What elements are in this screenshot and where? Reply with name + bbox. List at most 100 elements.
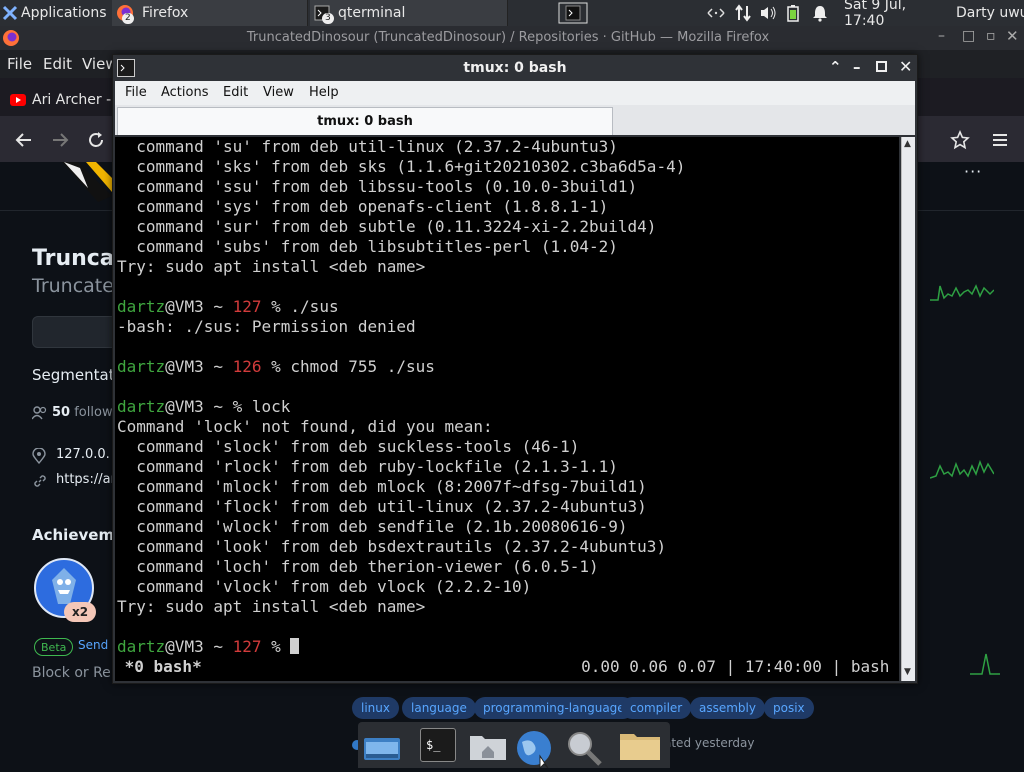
taskbar-item-qterminal[interactable]: 3 qterminal [310, 0, 508, 26]
hamburger-icon [993, 134, 1007, 146]
terminal-line: command 'sys' from deb openafs-client (1… [117, 197, 609, 216]
battery-icon[interactable] [787, 0, 803, 26]
dock: $_ [358, 722, 670, 770]
dock-web-browser-icon[interactable] [514, 728, 551, 770]
forward-button[interactable] [50, 130, 70, 155]
user-menu[interactable]: Darty uwu [956, 0, 1024, 26]
terminal-prompt-line: dartz@VM3 ~ 127 % ./sus [117, 297, 685, 317]
tmux-window-list: *0 bash* [115, 657, 202, 676]
dock-show-desktop-icon[interactable] [362, 728, 400, 762]
firefox-tab-title[interactable]: Ari Archer - [32, 92, 111, 108]
topic-tag[interactable]: compiler [621, 697, 692, 719]
firefox-menu-file[interactable]: File [7, 55, 32, 73]
topic-tag[interactable]: assembly [690, 697, 765, 719]
firefox-menu-edit[interactable]: Edit [43, 55, 72, 73]
dock-terminal-icon[interactable]: $_ [420, 728, 456, 762]
xfce-logo-icon [2, 5, 18, 21]
qterminal-shade-button[interactable]: ⌃ [829, 58, 842, 76]
qterminal-minimize-button[interactable]: – [853, 58, 861, 76]
clock[interactable]: Sat 9 Jul, 17:40 [844, 0, 948, 29]
terminal-cursor [290, 638, 300, 654]
qterminal-tabbar: tmux: 0 bash [115, 105, 915, 135]
firefox-shade-button[interactable]: □ [962, 28, 975, 44]
dock-files-folder-icon[interactable] [618, 728, 660, 762]
terminal-line: command 'loch' from deb therion-viewer (… [117, 557, 599, 576]
topic-tag[interactable]: linux [352, 697, 399, 719]
topic-tag[interactable]: language [402, 697, 476, 719]
prompt-exit-code: 126 [232, 357, 262, 376]
qterminal-menu-help[interactable]: Help [309, 85, 339, 100]
applications-menu[interactable]: Applications [2, 0, 110, 26]
terminal-line: command 'flock' from deb util-linux (2.3… [117, 497, 647, 516]
bookmark-button[interactable] [950, 130, 970, 155]
arrow-left-icon [15, 133, 31, 147]
firefox-window-title: TruncatedDinosour (TruncatedDinosour) / … [246, 30, 770, 45]
terminal-line: command 'vlock' from deb vlock (2.2.2-10… [117, 577, 532, 596]
reload-icon [89, 132, 103, 147]
workspace-switcher[interactable] [557, 0, 589, 26]
reload-button[interactable] [86, 130, 106, 155]
profile-website-link[interactable]: https://ar [56, 472, 116, 487]
prompt-host: @VM3 ~ [165, 357, 233, 376]
send-feedback-link[interactable]: Send [78, 638, 108, 652]
qterminal-window-count: 3 [322, 13, 334, 24]
firefox-icon [3, 30, 19, 46]
more-options-icon[interactable]: ··· [964, 162, 982, 181]
prompt-host: @VM3 ~ [165, 297, 233, 316]
qterminal-menu-file[interactable]: File [125, 85, 147, 100]
dock-home-folder-icon[interactable] [468, 728, 506, 762]
block-or-report-link[interactable]: Block or Rep [32, 665, 120, 681]
beta-badge: Beta [34, 638, 74, 656]
tmux-status-bar: *0 bash* 0.00 0.06 0.07 | 17:40:00 | bas… [115, 657, 899, 677]
follow-button[interactable] [32, 316, 122, 348]
firefox-minimize-button[interactable]: – [938, 28, 945, 44]
app-menu-button[interactable] [990, 130, 1010, 155]
arrow-right-icon [53, 133, 69, 147]
people-icon [31, 405, 48, 424]
scroll-down-arrow-icon[interactable]: ▼ [904, 667, 911, 677]
notifications-bell-icon[interactable] [812, 0, 830, 26]
qterminal-menubar: File Actions Edit View Help [115, 81, 915, 105]
scroll-up-arrow-icon[interactable]: ▲ [904, 139, 911, 149]
firefox-maximize-button[interactable]: ▫ [986, 28, 996, 44]
qterminal-titlebar[interactable]: tmux: 0 bash ⌃ – ✕ [113, 55, 917, 81]
qterminal-menu-edit[interactable]: Edit [223, 85, 248, 100]
qterminal-tab[interactable]: tmux: 0 bash [117, 107, 613, 135]
qterminal-menu-actions[interactable]: Actions [161, 85, 209, 100]
taskbar-item-firefox[interactable]: 2 Firefox [112, 0, 308, 26]
terminal-output[interactable]: command 'su' from deb util-linux (2.37.2… [115, 137, 899, 681]
qterminal-window-title: tmux: 0 bash [463, 60, 567, 76]
qterminal-close-button[interactable]: ✕ [899, 57, 912, 76]
star-icon [950, 130, 970, 150]
terminal-prompt-line: dartz@VM3 ~ % lock [117, 397, 685, 417]
terminal-prompt-line: dartz@VM3 ~ 126 % chmod 755 ./sus [117, 357, 685, 377]
followers-count: 50 [52, 405, 71, 420]
topic-tag[interactable]: posix [764, 697, 814, 719]
location-icon [32, 447, 46, 468]
dock-search-icon[interactable] [564, 728, 602, 766]
prompt-user: dartz [117, 297, 166, 316]
volume-icon[interactable] [759, 0, 779, 26]
topic-tag[interactable]: programming-language [474, 697, 634, 719]
transfer-arrows-icon[interactable] [734, 0, 754, 26]
followers-link[interactable]: 50 followe [52, 405, 121, 420]
prompt-exit-code: 127 [232, 637, 262, 656]
qterminal-maximize-button[interactable] [876, 61, 887, 72]
firefox-close-button[interactable]: ✕ [1006, 27, 1019, 45]
terminal-line: Try: sudo apt install <deb name> [117, 257, 426, 276]
back-button[interactable] [14, 130, 34, 155]
terminal-scrollbar[interactable]: ▲ ▼ [901, 137, 915, 681]
network-icon[interactable] [706, 0, 728, 26]
repo-updated-text: ated yesterday [664, 736, 755, 750]
qterminal-window: tmux: 0 bash ⌃ – ✕ File Actions Edit Vie… [112, 54, 918, 684]
achievements-heading: Achieveme [32, 526, 125, 544]
prompt-command: % ./sus [261, 297, 339, 316]
firefox-titlebar: TruncatedDinosour (TruncatedDinosour) / … [0, 26, 1024, 50]
terminal-line: -bash: ./sus: Permission denied [117, 317, 416, 336]
profile-bio: Segmentat [32, 366, 115, 384]
terminal-line: command 'rlock' from deb ruby-lockfile (… [117, 457, 618, 476]
taskbar-firefox-label: Firefox [142, 5, 189, 21]
qterminal-menu-view[interactable]: View [263, 85, 294, 100]
terminal-line: command 'sur' from deb subtle (0.11.3224… [117, 217, 657, 236]
